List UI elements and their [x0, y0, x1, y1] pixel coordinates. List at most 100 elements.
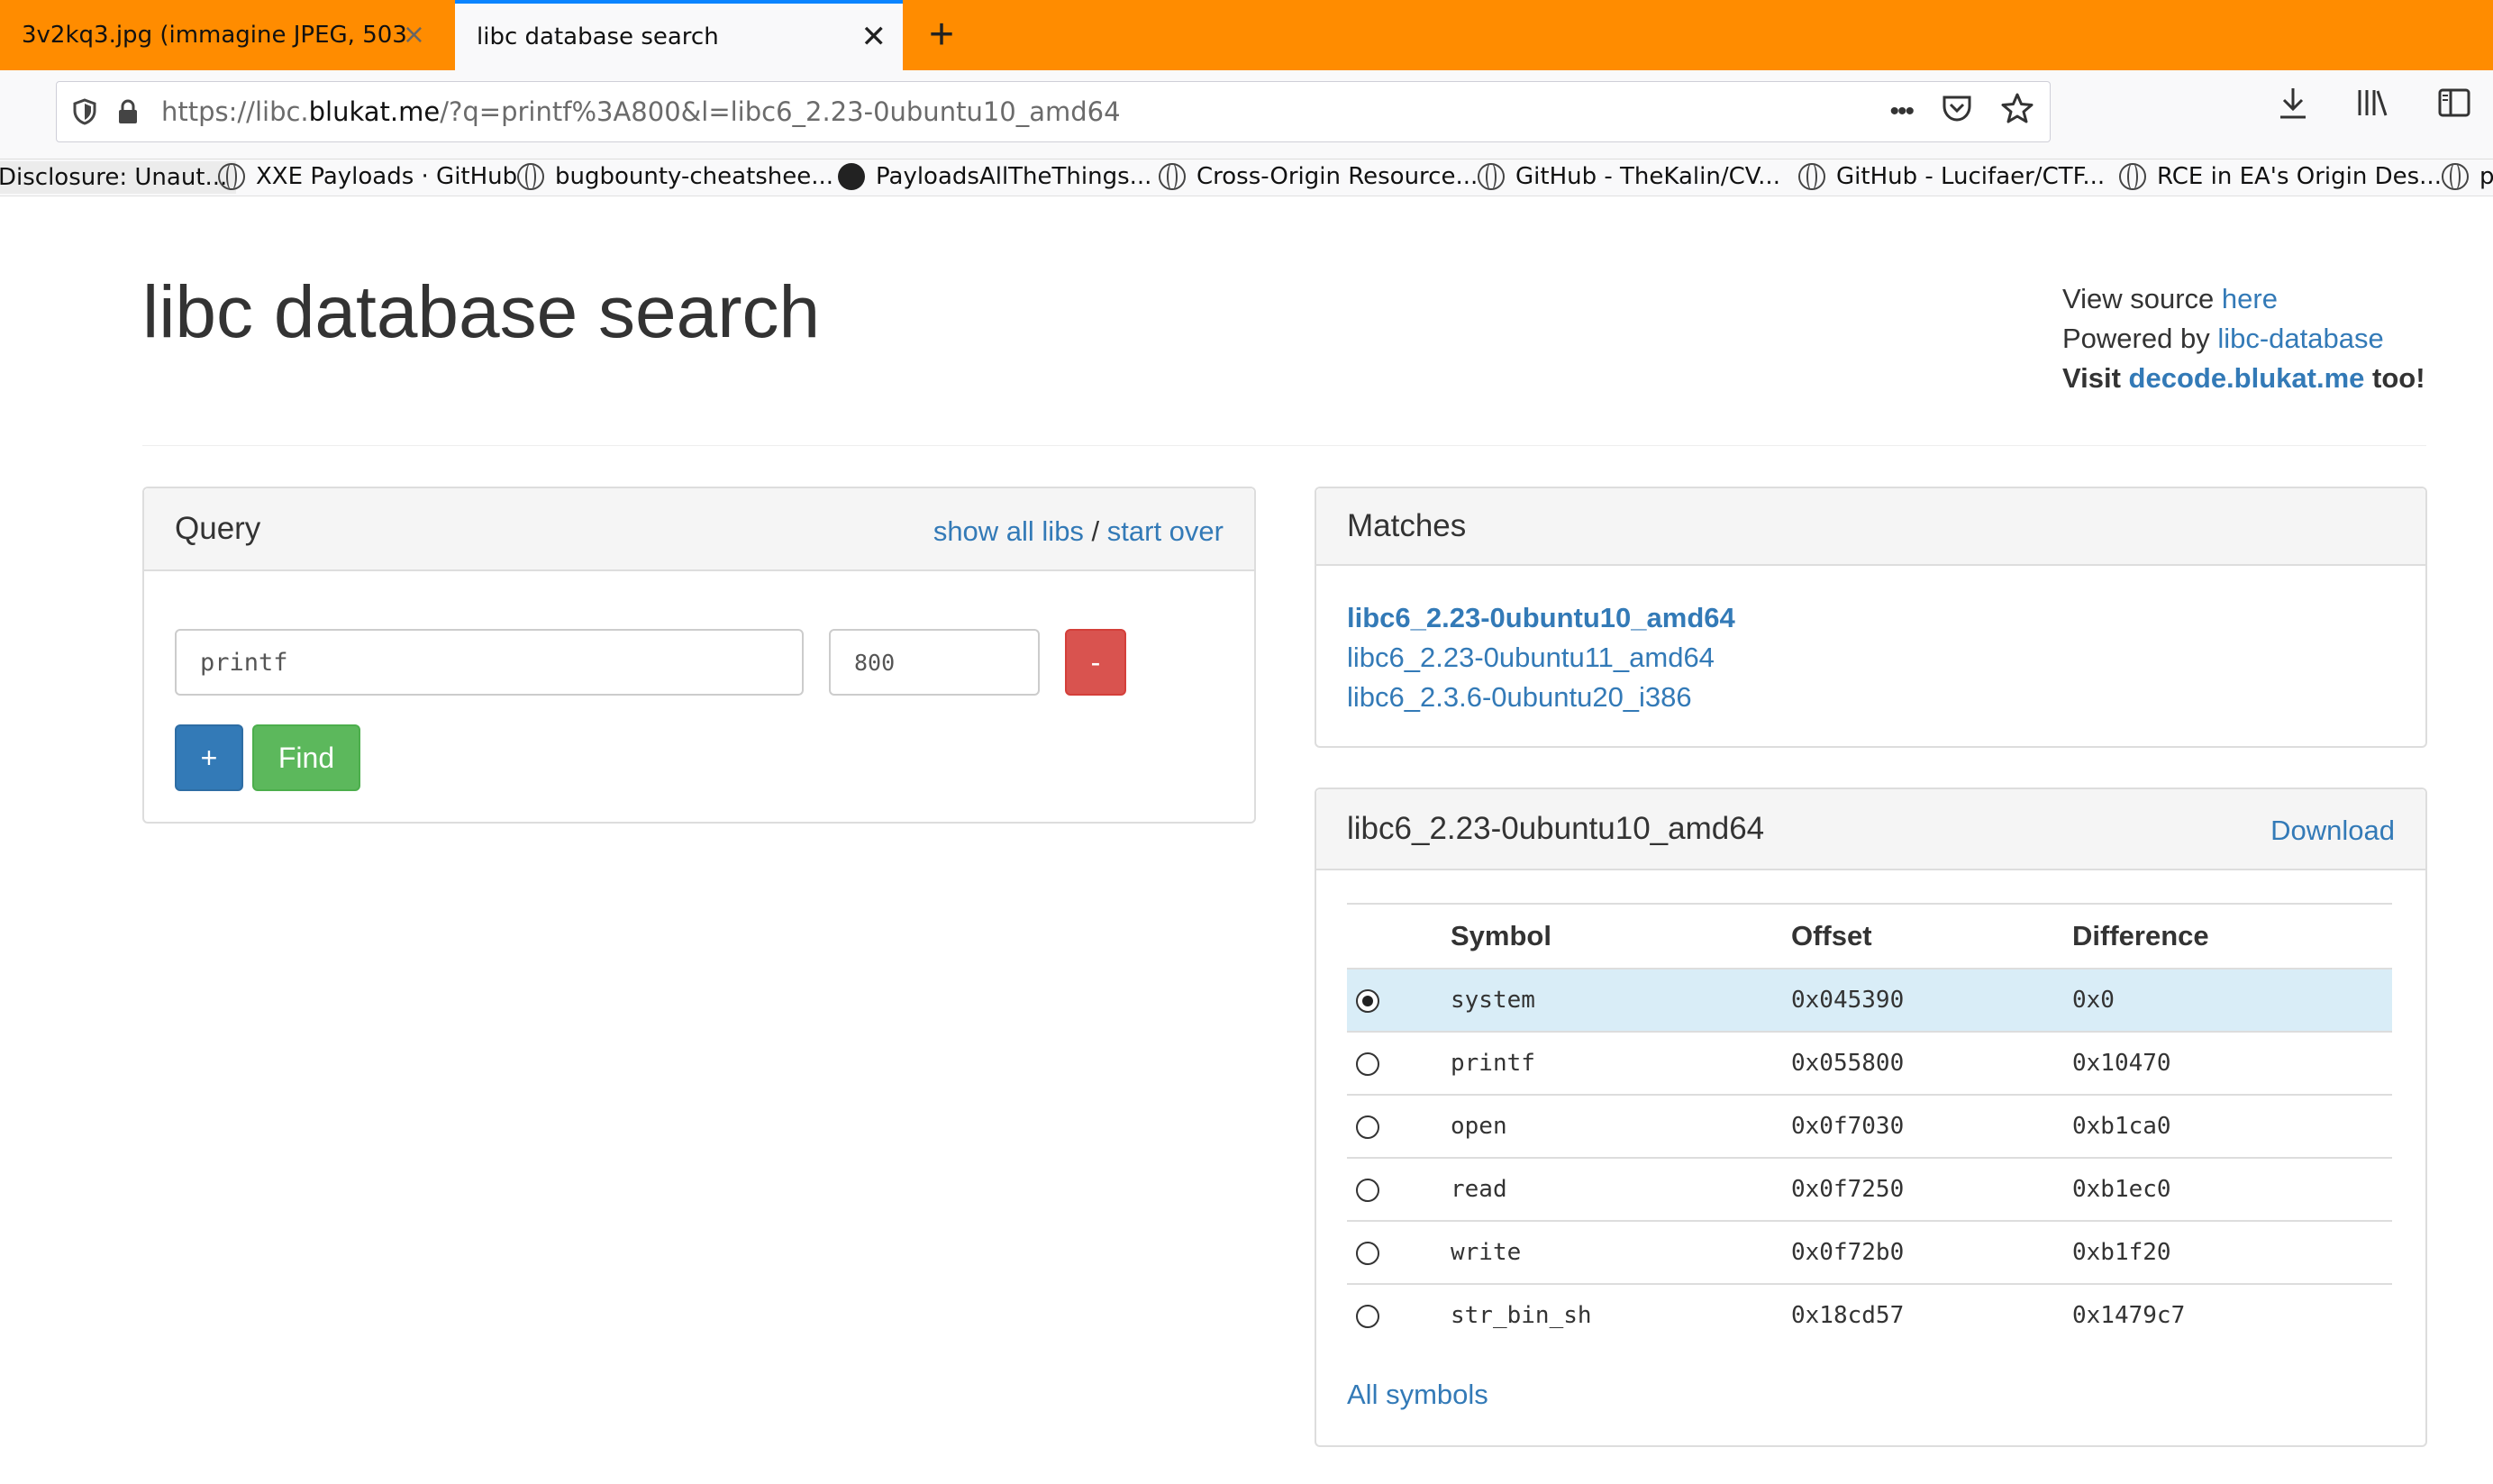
github-icon [838, 163, 865, 190]
url-host: blukat.me [308, 96, 441, 127]
radio-column-header [1347, 903, 1450, 970]
url-text[interactable]: https://libc.blukat.me/?q=printf%3A800&l… [161, 96, 1121, 127]
bookmark-item[interactable]: GitHub - Lucifaer/CTF... [1798, 163, 2105, 190]
lock-icon[interactable] [114, 98, 141, 125]
table-row[interactable]: system 0x045390 0x0 [1347, 969, 2392, 1033]
symbol-cell: open [1450, 1095, 1790, 1159]
symbols-table: Symbol Offset Difference system 0x045390… [1347, 903, 2392, 1346]
difference-cell: 0xb1ca0 [2071, 1095, 2392, 1159]
bookmark-item[interactable]: XXE Payloads · GitHub [218, 163, 517, 190]
difference-column-header: Difference [2071, 903, 2392, 970]
new-tab-button[interactable]: + [919, 9, 964, 61]
globe-icon [517, 163, 544, 190]
radio-button[interactable] [1356, 1304, 1379, 1328]
matches-panel: Matches libc6_2.23-0ubuntu10_amd64 libc6… [1315, 487, 2427, 748]
bookmark-label: Cross-Origin Resource... [1196, 163, 1479, 190]
bookmark-label: PayloadsAllTheThings... [876, 163, 1152, 190]
header-links: View source here Powered by libc-databas… [2062, 279, 2425, 398]
symbol-cell: read [1450, 1158, 1790, 1222]
table-row[interactable]: write 0x0f72b0 0xb1f20 [1347, 1221, 2392, 1285]
library-title: libc6_2.23-0ubuntu10_amd64 [1347, 811, 1765, 846]
bookmark-item[interactable]: RCE in EA's Origin Des... [2119, 163, 2442, 190]
query-panel: Query show all libs / start over printf … [142, 487, 1256, 824]
tab-image[interactable]: 3v2kq3.jpg (immagine JPEG, 503 × [0, 0, 450, 70]
add-row-button[interactable]: + [175, 724, 243, 791]
table-row[interactable]: str_bin_sh 0x18cd57 0x1479c7 [1347, 1284, 2392, 1346]
symbol-input[interactable]: printf [175, 629, 804, 696]
divider [142, 445, 2426, 446]
radio-button-selected[interactable] [1356, 988, 1379, 1013]
view-source-text: View source [2062, 283, 2222, 314]
more-actions-icon[interactable]: ••• [1889, 96, 1914, 127]
offset-cell: 0x0f72b0 [1790, 1221, 2071, 1285]
difference-cell: 0x0 [2071, 969, 2392, 1033]
query-title: Query [175, 511, 261, 546]
bookmark-label: XXE Payloads · GitHub [256, 163, 518, 190]
table-row[interactable]: printf 0x055800 0x10470 [1347, 1032, 2392, 1096]
bookmark-label: Disclosure: Unaut... [0, 164, 228, 191]
difference-cell: 0xb1ec0 [2071, 1158, 2392, 1222]
bookmark-item[interactable]: PayloadsAllTheThings... [838, 163, 1151, 190]
offset-cell: 0x055800 [1790, 1032, 2071, 1096]
globe-icon [2119, 163, 2146, 190]
close-tab-icon[interactable]: ✕ [861, 22, 887, 52]
offset-cell: 0x0f7250 [1790, 1158, 2071, 1222]
bookmark-label: GitHub - Lucifaer/CTF... [1836, 163, 2106, 190]
match-link[interactable]: libc6_2.3.6-0ubuntu20_i386 [1347, 681, 1692, 713]
table-row[interactable]: read 0x0f7250 0xb1ec0 [1347, 1158, 2392, 1222]
nav-bar: https://libc.blukat.me/?q=printf%3A800&l… [0, 70, 2493, 159]
remove-row-button[interactable]: - [1065, 629, 1126, 696]
match-link-selected[interactable]: libc6_2.23-0ubuntu10_amd64 [1347, 602, 1735, 633]
offset-cell: 0x0f7030 [1790, 1095, 2071, 1159]
libc-database-link[interactable]: libc-database [2217, 323, 2383, 354]
symbol-cell: write [1450, 1221, 1790, 1285]
match-link[interactable]: libc6_2.23-0ubuntu11_amd64 [1347, 642, 1715, 673]
find-button[interactable]: Find [252, 724, 360, 791]
globe-icon [1478, 163, 1505, 190]
table-row[interactable]: open 0x0f7030 0xb1ca0 [1347, 1095, 2392, 1159]
offset-column-header: Offset [1790, 903, 2071, 970]
bookmark-label: p [2479, 163, 2493, 190]
close-tab-icon[interactable]: × [403, 22, 425, 49]
start-over-link[interactable]: start over [1107, 515, 1224, 547]
bookmarks-toolbar: Disclosure: Unaut... XXE Payloads · GitH… [0, 159, 2493, 196]
query-header-links: show all libs / start over [933, 515, 1224, 548]
match-list: libc6_2.23-0ubuntu10_amd64 libc6_2.23-0u… [1347, 598, 1735, 717]
difference-cell: 0x10470 [2071, 1032, 2392, 1096]
bookmark-item[interactable]: GitHub - TheKalin/CV... [1478, 163, 1780, 190]
bookmark-star-icon[interactable] [2001, 93, 2034, 131]
all-symbols-link[interactable]: All symbols [1347, 1379, 1488, 1411]
matches-title: Matches [1347, 508, 1467, 543]
link-separator: / [1083, 515, 1107, 547]
url-bar[interactable]: https://libc.blukat.me/?q=printf%3A800&l… [56, 81, 2051, 142]
download-link[interactable]: Download [2270, 815, 2395, 847]
globe-icon [1159, 163, 1186, 190]
bookmark-item[interactable]: Disclosure: Unaut... [0, 161, 237, 194]
decode-blukat-link[interactable]: decode.blukat.me [2129, 362, 2365, 394]
bookmark-item[interactable]: p [2442, 163, 2493, 190]
bookmark-label: GitHub - TheKalin/CV... [1515, 163, 1780, 190]
pocket-icon[interactable] [1942, 94, 1972, 130]
shield-icon[interactable] [71, 98, 98, 125]
library-icon[interactable] [2356, 86, 2390, 129]
symbol-cell: str_bin_sh [1451, 1302, 1592, 1329]
show-all-libs-link[interactable]: show all libs [933, 515, 1084, 547]
tab-libc-search[interactable]: libc database search ✕ [455, 0, 903, 70]
tab-bar: 3v2kq3.jpg (immagine JPEG, 503 × libc da… [0, 0, 2493, 70]
radio-button[interactable] [1356, 1115, 1379, 1139]
matches-panel-header: Matches [1316, 488, 2425, 566]
library-panel: libc6_2.23-0ubuntu10_amd64 Download Symb… [1315, 788, 2427, 1447]
sidebar-icon[interactable] [2437, 86, 2471, 129]
globe-icon [2442, 163, 2469, 190]
tab-label: libc database search [477, 23, 719, 50]
radio-button[interactable] [1356, 1052, 1379, 1076]
page-title: libc database search [142, 271, 821, 353]
offset-input[interactable]: 800 [829, 629, 1040, 696]
bookmark-item[interactable]: Cross-Origin Resource... [1159, 163, 1478, 190]
query-panel-header: Query show all libs / start over [144, 488, 1254, 571]
view-source-link[interactable]: here [2222, 283, 2278, 314]
bookmark-item[interactable]: bugbounty-cheatshee... [517, 163, 833, 190]
radio-button[interactable] [1356, 1241, 1379, 1265]
download-icon[interactable] [2277, 86, 2309, 129]
radio-button[interactable] [1356, 1178, 1379, 1202]
